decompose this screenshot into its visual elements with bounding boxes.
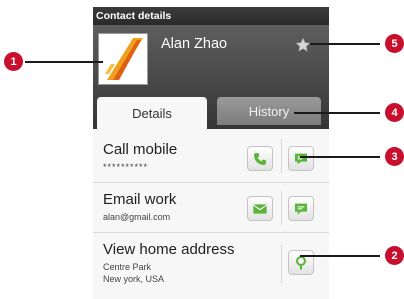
callout-marker-3: 3 <box>385 147 404 166</box>
divider <box>281 191 282 225</box>
address-line-2: New york, USA <box>103 274 165 284</box>
call-button[interactable] <box>247 146 273 171</box>
message-icon <box>295 153 307 164</box>
row-subtitle: ********** <box>103 162 149 172</box>
message-icon <box>295 203 307 214</box>
row-title: Call mobile <box>103 141 178 158</box>
list-item-call-mobile[interactable]: Call mobile ********** <box>93 129 329 183</box>
screen-title: Contact details <box>93 7 329 25</box>
favorite-star-icon[interactable] <box>295 37 311 53</box>
view-map-button[interactable] <box>288 250 314 275</box>
list-item-view-home-address[interactable]: View home address Centre Park New york, … <box>93 233 329 299</box>
address-line-1: Centre Park <box>103 262 152 272</box>
envelope-icon <box>253 203 267 214</box>
divider <box>281 139 282 173</box>
phone-icon <box>254 152 266 165</box>
list-item-email-work[interactable]: Email work alan@gmail.com <box>93 183 329 233</box>
callout-line-2 <box>300 255 380 257</box>
divider <box>281 245 282 283</box>
row-title: Email work <box>103 191 177 208</box>
row-title: View home address <box>103 241 235 258</box>
send-message-button[interactable] <box>288 146 314 171</box>
contact-name: Alan Zhao <box>161 36 228 52</box>
send-message-button[interactable] <box>288 196 314 221</box>
callout-marker-1: 1 <box>4 52 23 71</box>
callout-line-4 <box>294 112 380 114</box>
callout-line-5 <box>310 43 380 45</box>
callout-line-1 <box>25 61 103 63</box>
default-avatar-icon <box>99 34 147 84</box>
callout-marker-2: 2 <box>385 246 404 265</box>
contact-photo[interactable] <box>98 33 148 85</box>
callout-marker-4: 4 <box>385 103 404 122</box>
callout-marker-5: 5 <box>385 34 404 53</box>
tab-history[interactable]: History <box>217 97 321 125</box>
row-subtitle: alan@gmail.com <box>103 212 171 222</box>
send-email-button[interactable] <box>247 196 273 221</box>
callout-line-3 <box>300 156 380 158</box>
contact-details-screen: Contact details Alan Zhao Details Histor… <box>93 7 329 299</box>
tab-details[interactable]: Details <box>97 97 207 129</box>
